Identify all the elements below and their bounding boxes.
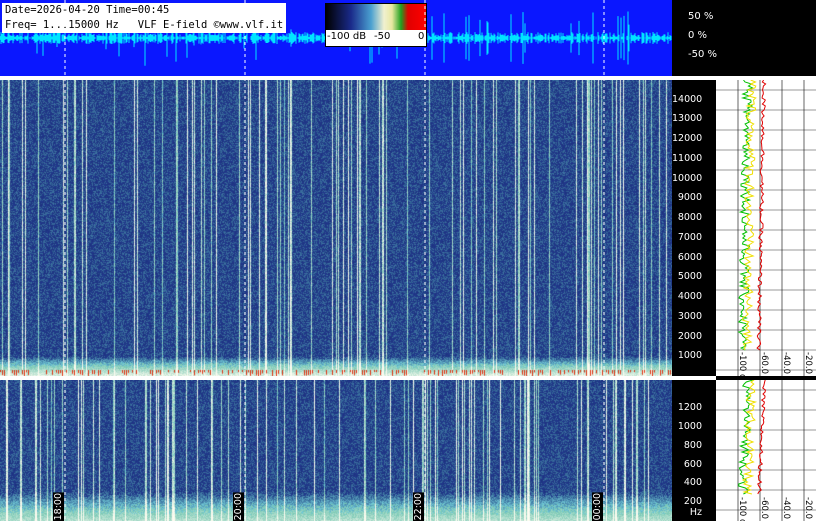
freq-tick-label: 13000 [672, 113, 703, 125]
profile-series-line [741, 80, 757, 351]
spectrogram-low [0, 380, 672, 521]
freq-tick-label: 2000 [677, 330, 702, 342]
freq-tick-label: 600 [683, 458, 702, 470]
oscillogram-scale: 50 % 0 % -50 % [672, 0, 816, 76]
profile-tick-label: -40.0 dB [781, 352, 791, 376]
freq-tick-label: 800 [683, 439, 702, 451]
freq-tick-label: 4000 [677, 291, 702, 303]
frequency-axis-main: 1000 2000 3000 4000 5000 6000 7000 8000 9000 1000… [672, 80, 716, 376]
freq-tick-label: 400 [683, 477, 702, 489]
color-scale-max: 0 [418, 31, 425, 42]
freq-tick-label: 200 Hz [683, 496, 702, 519]
spectrum-profile-main: -100 dB -60.0 dB -40.0 dB -20.0 dB [716, 80, 816, 376]
date-time-label: Date=2026-04-20 Time=00:45 [5, 4, 170, 16]
freq-tick-label: 12000 [672, 133, 703, 145]
profile-series-line [757, 380, 766, 495]
freq-tick-label: 1000 [677, 421, 702, 432]
freq-tick-label: 10000 [672, 172, 703, 184]
color-scale: -100 dB -50 0 [325, 3, 427, 47]
profile-tick-label: -20.0 dB [803, 497, 813, 521]
color-scale-mid: -50 [374, 31, 391, 42]
profile-tick-label: -60.0 dB [759, 352, 769, 376]
freq-tick-label: 11000 [672, 152, 703, 164]
profile-tick-label: -100 dB [737, 497, 747, 521]
freq-tick-label: 6000 [677, 251, 702, 263]
vlf-monitor: 50 % 0 % -50 % Date=2026-04-20 Time=00:4… [0, 0, 816, 521]
spectrogram-main [0, 80, 672, 376]
scale-label-neg50: -50 % [688, 49, 718, 60]
profile-series-line [756, 80, 767, 351]
spectrogram-low-canvas [0, 380, 672, 521]
color-scale-min: -100 dB [327, 31, 367, 42]
freq-tick-label: 5000 [677, 271, 702, 283]
freq-tick-label: 8000 [677, 212, 702, 224]
freq-tick-label: 9000 [677, 192, 702, 204]
scale-label-0: 0 % [688, 30, 708, 41]
freq-tick-label: 3000 [677, 310, 702, 322]
freq-tick-label: 7000 [677, 231, 702, 243]
info-box: Date=2026-04-20 Time=00:45 Freq= 1...1500… [2, 3, 287, 33]
spectrogram-main-canvas [0, 80, 672, 376]
frequency-axis-low: 200 Hz 400 600 800 1000 1200 [672, 380, 716, 521]
freq-label: Freq= 1...15000 Hz VLF E-field ©www.vlf.… [5, 19, 284, 31]
scale-label-50: 50 % [688, 11, 714, 22]
spectrum-profile-main-plot: -100 dB -60.0 dB -40.0 dB -20.0 dB [716, 80, 816, 376]
freq-tick-label: 1000 [677, 350, 702, 362]
spectrum-profile-low-plot: -100 dB -60.0 dB -40.0 dB -20.0 dB [716, 380, 816, 521]
profile-tick-label: -60.0 dB [759, 497, 769, 521]
profile-tick-label: -40.0 dB [781, 497, 791, 521]
profile-tick-label: -20.0 dB [803, 352, 813, 376]
freq-tick-label: 14000 [672, 93, 703, 105]
freq-tick-label: 1200 [677, 402, 702, 414]
profile-tick-label: -100 dB [737, 352, 747, 376]
spectrum-profile-low: -100 dB -60.0 dB -40.0 dB -20.0 dB [716, 380, 816, 521]
